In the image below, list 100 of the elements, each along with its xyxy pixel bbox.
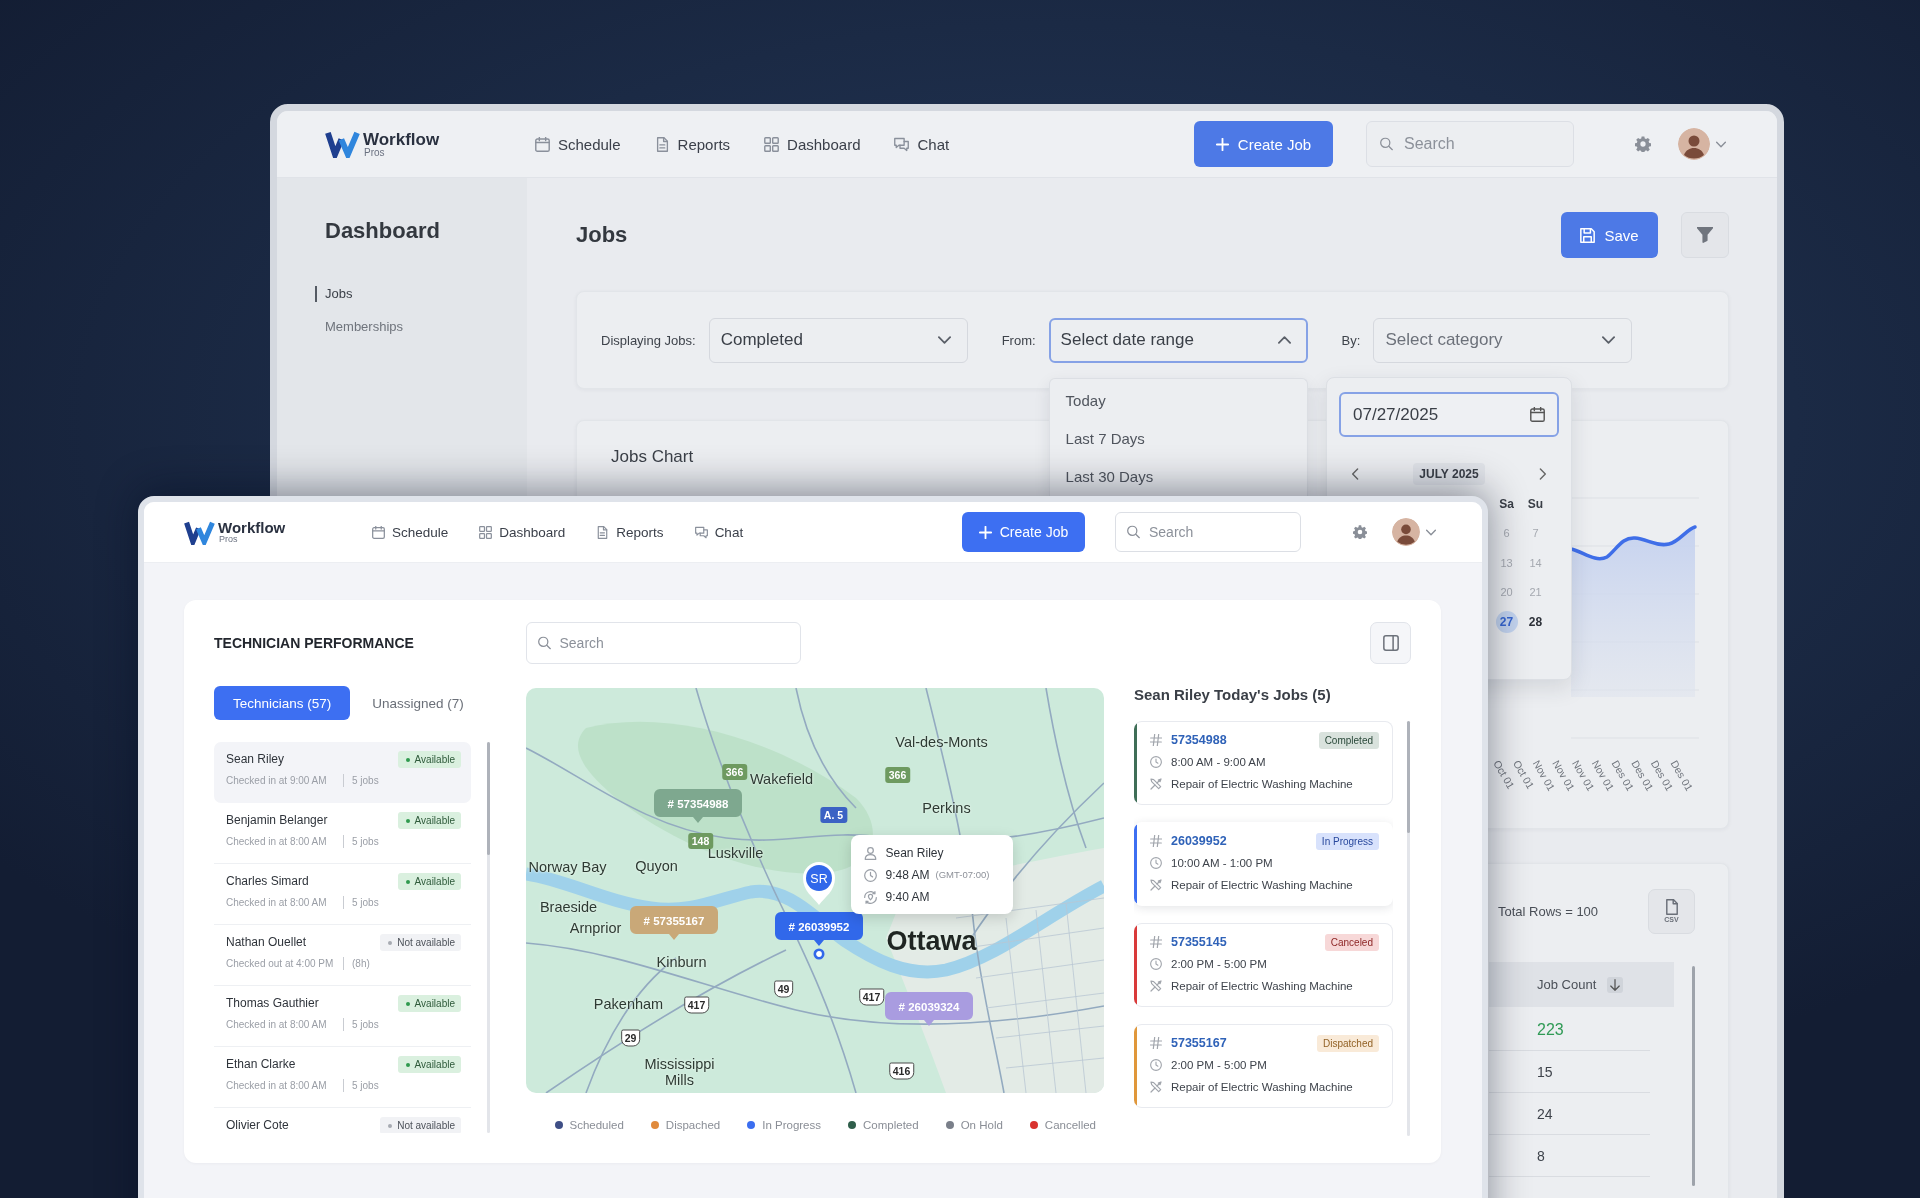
calendar-icon	[372, 525, 385, 539]
nav-link[interactable]: Reports	[654, 135, 731, 153]
job-id-link[interactable]: 57355145	[1171, 935, 1227, 949]
technician-name: Thomas Gauthier	[226, 995, 319, 1012]
month-label: JULY 2025	[1413, 463, 1485, 485]
timezone-text: (GMT-07:00)	[935, 868, 990, 882]
logo-icon[interactable]	[325, 130, 360, 158]
job-id-link[interactable]: 57355167	[1171, 1036, 1227, 1050]
clock-icon	[1150, 1059, 1162, 1071]
job-id-link[interactable]: 57354988	[1171, 733, 1227, 747]
tab[interactable]: Unassigned (7)	[353, 686, 483, 720]
technician-row[interactable]: Sean Riley Available Checked in at 9:00 AM 5 jobs	[214, 742, 471, 803]
job-count-text: 5 jobs	[343, 835, 379, 848]
side-panel-icon	[1382, 635, 1399, 651]
panel-toggle-button[interactable]	[1370, 622, 1411, 664]
nav-link[interactable]: Chat	[894, 135, 950, 153]
filter-button[interactable]	[1681, 212, 1729, 258]
create-job-button[interactable]: Create Job	[1194, 121, 1333, 167]
technician-name: Benjamin Belanger	[226, 812, 328, 829]
logo-tagline: Pros	[219, 535, 239, 544]
scrollbar-thumb[interactable]	[487, 742, 490, 855]
menu-option[interactable]: Today	[1049, 381, 1307, 420]
task-text: Repair of Electric Washing Machine	[1171, 1081, 1353, 1093]
job-card[interactable]: 57354988 Completed 8:00 AM - 9:00 AM Repair of Electric Washing Machine	[1134, 721, 1393, 805]
road-shield: 417	[858, 988, 885, 1006]
job-card[interactable]: 57355145 Canceled 2:00 PM - 5:00 PM Repair of Electric Washing Machine	[1134, 923, 1393, 1007]
search-field[interactable]: Search	[1115, 512, 1301, 552]
search-field[interactable]: Search	[525, 622, 801, 664]
dropdown-select[interactable]: Select date range	[1048, 317, 1308, 363]
scrollbar-track[interactable]	[1407, 721, 1410, 1136]
nav-link[interactable]: Schedule	[372, 524, 449, 540]
technician-row[interactable]: Olivier Cote Not available	[214, 1108, 471, 1133]
logo-icon[interactable]	[184, 519, 215, 545]
job-count-text: (8h)	[343, 957, 370, 970]
location-sync-icon	[863, 890, 877, 904]
technician-row[interactable]: Nathan Ouellet Not available Checked out at 4:00 PM (8h)	[214, 925, 471, 986]
nav-link[interactable]: Schedule	[535, 135, 621, 153]
time-text: 9:40 AM	[885, 890, 930, 904]
scrollbar-track[interactable]	[487, 742, 490, 1133]
place-label: Val-des-Monts	[895, 735, 988, 751]
place-label: Luskville	[707, 846, 764, 862]
chevron-down-icon[interactable]	[1716, 140, 1726, 148]
column-header[interactable]: Job Count	[1489, 962, 1674, 1007]
save-icon	[1580, 227, 1596, 243]
status-dot-icon	[388, 940, 393, 945]
nav-link[interactable]: Reports	[596, 524, 664, 540]
scrollbar-thumb[interactable]	[1692, 966, 1695, 1186]
technician-name: Olivier Cote	[226, 1117, 289, 1133]
nav-link[interactable]: Dashboard	[479, 524, 566, 540]
dropdown-select[interactable]: Select category	[1373, 317, 1633, 363]
dropdown-select[interactable]: Completed	[708, 317, 968, 363]
save-button[interactable]: Save	[1561, 212, 1658, 258]
technician-row[interactable]: Thomas Gauthier Available Checked in at 8:00 AM 5 jobs	[214, 986, 471, 1047]
technician-row[interactable]: Charles Simard Available Checked in at 8:00 AM 5 jobs	[214, 864, 471, 925]
scrollbar-thumb[interactable]	[1407, 721, 1410, 833]
page-title: Jobs	[576, 222, 628, 248]
tab[interactable]: Technicians (57)	[214, 686, 351, 720]
nav-link[interactable]: Chat	[694, 524, 744, 540]
arrow-down-icon[interactable]	[1607, 976, 1624, 993]
weekday-label: Su	[1527, 496, 1544, 511]
check-in-text: Checked in at 9:00 AM	[226, 774, 328, 787]
date-input[interactable]: 07/27/2025	[1339, 392, 1559, 437]
technician-row[interactable]: Benjamin Belanger Available Checked in at 8:00 AM 5 jobs	[214, 803, 471, 864]
settings-icon[interactable]	[1353, 525, 1367, 539]
calendar-icon	[535, 136, 550, 152]
place-label: Arnprior	[569, 921, 622, 937]
job-card[interactable]: 26039952 In Progress 10:00 AM - 1:00 PM Repair of Electric Washing Machine	[1134, 822, 1393, 906]
chevron-left-icon[interactable]	[1352, 468, 1359, 480]
sidebar-item[interactable]: Memberships	[315, 319, 404, 335]
chevron-down-icon	[937, 336, 951, 344]
calendar-icon[interactable]	[1530, 407, 1545, 422]
task-text: Repair of Electric Washing Machine	[1171, 879, 1353, 891]
chevron-right-icon[interactable]	[1539, 468, 1546, 480]
create-job-button[interactable]: Create Job	[962, 512, 1085, 552]
clock-icon	[863, 868, 877, 882]
technician-row[interactable]: Ethan Clarke Available Checked in at 8:00 AM 5 jobs	[214, 1047, 471, 1108]
sidebar-item[interactable]: Jobs	[315, 286, 353, 302]
avatar-icon[interactable]	[1392, 518, 1420, 546]
job-pin[interactable]: # 26039952	[774, 912, 863, 946]
menu-option[interactable]: Last 30 Days	[1049, 457, 1307, 496]
settings-icon[interactable]	[1635, 136, 1651, 152]
place-label: Ottawa	[886, 927, 977, 957]
menu-option[interactable]: Last 7 Days	[1049, 419, 1307, 458]
calendar-day[interactable]: 28	[1524, 610, 1547, 633]
chevron-down-icon[interactable]	[1426, 528, 1436, 536]
status-badge: Dispatched	[1316, 1034, 1379, 1052]
avatar-icon[interactable]	[1678, 128, 1710, 160]
status-label: Not available	[397, 1120, 455, 1131]
time-range-text: 2:00 PM - 5:00 PM	[1171, 1059, 1267, 1071]
filter-label: From:	[1001, 332, 1036, 348]
search-field[interactable]: Search	[1366, 121, 1574, 167]
nav-link[interactable]: Dashboard	[764, 135, 861, 153]
job-id-link[interactable]: 26039952	[1171, 834, 1227, 848]
chevron-up-icon	[1277, 336, 1291, 344]
legend-label: Dispached	[665, 1119, 721, 1131]
place-label: Wakefield	[749, 772, 814, 788]
check-in-text: Checked in at 8:00 AM	[226, 896, 328, 909]
job-card[interactable]: 57355167 Dispatched 2:00 PM - 5:00 PM Repair of Electric Washing Machine	[1134, 1024, 1393, 1108]
place-label: Pakenham	[593, 997, 664, 1013]
technician-marker[interactable]: SR	[802, 861, 835, 905]
